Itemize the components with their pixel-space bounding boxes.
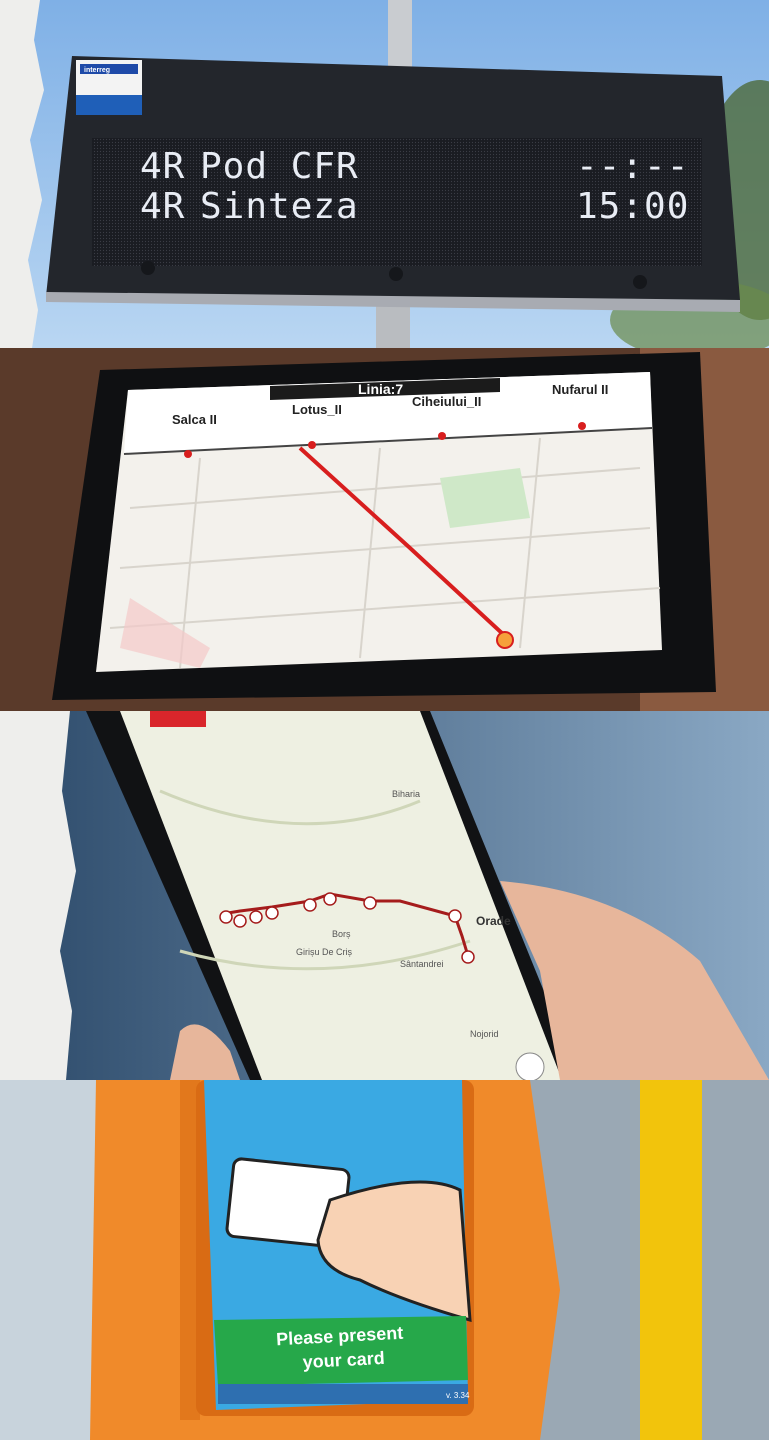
card-validator-photo: Please present your card v. 3.34 [0, 1080, 769, 1440]
led-row1-route: 4R [140, 146, 185, 187]
version-label: v. 3.34 [446, 1391, 470, 1400]
tablet-map-photo: Linia:7 Salca II Lotus_II Ciheiului_II N… [0, 348, 769, 711]
tablet-line-title: Linia:7 [358, 381, 403, 397]
led-row2-destination: Sinteza [200, 186, 359, 227]
stop-label: Salca II [172, 412, 217, 427]
stop-label: Nufarul II [552, 382, 608, 397]
map-label: Biharia [392, 789, 420, 799]
map-label: Girișu De Criș [296, 947, 353, 957]
phone-map-photo: Biharia Borș Girișu De Criș Sântandrei O… [0, 711, 769, 1080]
navigation-arrow-icon[interactable] [515, 1052, 545, 1080]
map-label: Borș [332, 929, 351, 939]
led-row1-time: --:-- [576, 146, 689, 187]
stop-label: Ciheiului_II [412, 394, 481, 409]
stop-dot [438, 432, 446, 440]
map-label: Orade [476, 914, 511, 928]
led-board-photo: interreg 4R Pod CFR --:-- 4R Sinteza 15:… [0, 0, 769, 348]
bus-icon [496, 631, 514, 649]
yellow-pole [640, 1080, 702, 1440]
stop-label: Lotus_II [292, 402, 342, 417]
stop-dot [184, 450, 192, 458]
interreg-logo: interreg [84, 67, 110, 74]
bolt-icon [389, 267, 403, 281]
led-row2-time: 15:00 [576, 186, 689, 227]
map-label: Nojorid [470, 1029, 499, 1039]
led-row2-route: 4R [140, 186, 185, 227]
led-row1-destination: Pod CFR [200, 146, 359, 187]
stop-dot [578, 422, 586, 430]
stop-dot [308, 441, 316, 449]
bolt-icon [141, 261, 155, 275]
map-label: Sântandrei [400, 959, 444, 969]
bolt-icon [633, 275, 647, 289]
